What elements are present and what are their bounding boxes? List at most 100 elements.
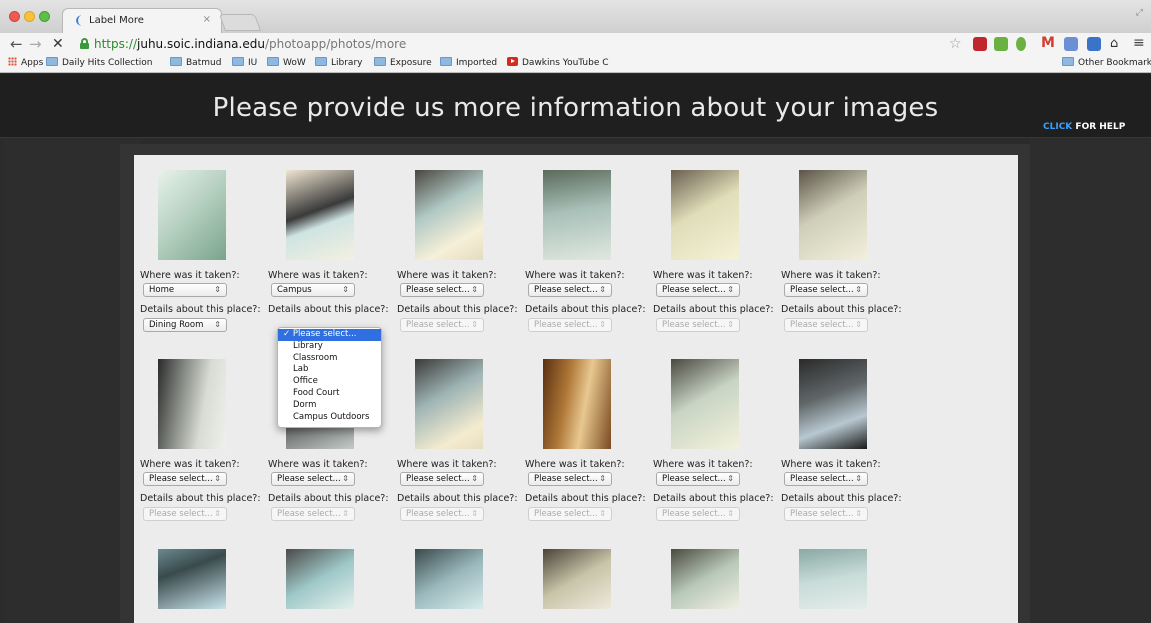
select-arrows-icon: ⇕ <box>727 320 734 329</box>
translate-icon[interactable] <box>1064 37 1078 51</box>
close-window-button[interactable] <box>9 11 20 22</box>
bookmark-dawkins-youtube[interactable]: Dawkins YouTube C <box>507 57 609 69</box>
photo-thumbnail[interactable] <box>158 359 226 449</box>
dropdown-option[interactable]: Library <box>278 341 381 353</box>
browser-tab[interactable]: ❨ Label More × <box>62 8 222 33</box>
bookmark-daily-hits[interactable]: Daily Hits Collection <box>46 57 153 69</box>
details-select[interactable]: Dining Room ⇕ <box>143 318 227 332</box>
photo-thumbnail[interactable] <box>543 549 611 609</box>
photo-card <box>781 549 899 609</box>
photo-thumbnail[interactable] <box>543 359 611 449</box>
where-select[interactable]: Please select... ⇕ <box>784 283 868 297</box>
select-arrows-icon: ⇕ <box>855 320 862 329</box>
where-select[interactable]: Please select... ⇕ <box>656 472 740 486</box>
gmail-icon[interactable]: M <box>1041 36 1055 51</box>
where-select[interactable]: Please select... ⇕ <box>143 472 227 486</box>
details-select[interactable]: Please select... ⇕ <box>656 507 740 521</box>
photo-card: Where was it taken?: Please select... ⇕ Det… <box>525 359 646 529</box>
photo-thumbnail[interactable] <box>415 359 483 449</box>
bookmark-imported[interactable]: Imported <box>440 57 497 69</box>
photo-thumbnail[interactable] <box>158 549 226 609</box>
dropdown-option[interactable]: Campus Outdoors <box>278 412 381 424</box>
details-select[interactable]: Please select... ⇕ <box>400 318 484 332</box>
photo-thumbnail[interactable] <box>799 549 867 609</box>
details-dropdown-menu[interactable]: ✓ Please select... Library Classroom Lab Of… <box>277 327 382 428</box>
details-label: Details about this place?: <box>781 493 902 504</box>
photo-thumbnail[interactable] <box>671 170 739 260</box>
photo-thumbnail[interactable] <box>415 170 483 260</box>
details-select[interactable]: Please select... ⇕ <box>528 318 612 332</box>
photos-panel: Where was it taken?: Home ⇕ Details about t… <box>134 155 1018 623</box>
details-select[interactable]: Please select... ⇕ <box>784 318 868 332</box>
minimize-window-button[interactable] <box>24 11 35 22</box>
where-select[interactable]: Please select... ⇕ <box>528 283 612 297</box>
bookmark-wow[interactable]: WoW <box>267 57 306 69</box>
bookmark-iu[interactable]: IU <box>232 57 257 69</box>
stop-loading-icon[interactable]: ✕ <box>52 35 64 53</box>
where-label: Where was it taken?: <box>268 459 368 470</box>
photo-thumbnail[interactable] <box>799 359 867 449</box>
dropdown-option[interactable]: Food Court <box>278 388 381 400</box>
where-select[interactable]: Home ⇕ <box>143 283 227 297</box>
where-select-value: Please select... <box>662 285 726 295</box>
photo-thumbnail[interactable] <box>286 549 354 609</box>
url-path: /photoapp/photos/more <box>264 37 407 51</box>
where-select[interactable]: Please select... ⇕ <box>784 472 868 486</box>
dropdown-option[interactable]: Office <box>278 376 381 388</box>
bookmark-apps[interactable]: Apps <box>8 57 43 69</box>
select-arrows-icon: ⇕ <box>599 285 606 294</box>
details-select[interactable]: Please select... ⇕ <box>271 507 355 521</box>
photo-thumbnail[interactable] <box>158 170 226 260</box>
page-title: Please provide us more information about… <box>212 93 939 123</box>
details-select[interactable]: Please select... ⇕ <box>656 318 740 332</box>
new-tab-button[interactable] <box>218 14 262 31</box>
dropdown-option[interactable]: Classroom <box>278 353 381 365</box>
photo-thumbnail[interactable] <box>671 549 739 609</box>
details-select[interactable]: Please select... ⇕ <box>784 507 868 521</box>
bank-icon[interactable]: ⌂ <box>1110 37 1124 51</box>
where-select[interactable]: Please select... ⇕ <box>271 472 355 486</box>
photo-thumbnail[interactable] <box>543 170 611 260</box>
zoom-window-button[interactable] <box>39 11 50 22</box>
bookmark-exposure[interactable]: Exposure <box>374 57 432 69</box>
where-select[interactable]: Campus ⇕ <box>271 283 355 297</box>
photo-thumbnail[interactable] <box>671 359 739 449</box>
where-select[interactable]: Please select... ⇕ <box>656 283 740 297</box>
details-select-value: Please select... <box>406 320 470 330</box>
page-header: Please provide us more information about… <box>0 74 1151 138</box>
details-label: Details about this place?: <box>525 304 646 315</box>
photo-thumbnail[interactable] <box>415 549 483 609</box>
where-select[interactable]: Please select... ⇕ <box>528 472 612 486</box>
where-select[interactable]: Please select... ⇕ <box>400 283 484 297</box>
extension-pin-icon[interactable] <box>1016 37 1026 51</box>
dropdown-option-selected[interactable]: ✓ Please select... <box>278 329 381 341</box>
where-select[interactable]: Please select... ⇕ <box>400 472 484 486</box>
select-arrows-icon: ⇕ <box>214 474 221 483</box>
right-gutter <box>1030 139 1151 623</box>
calendar-icon[interactable] <box>1087 37 1101 51</box>
photo-thumbnail[interactable] <box>799 170 867 260</box>
photo-thumbnail[interactable] <box>286 170 354 260</box>
fullscreen-icon[interactable]: ⤢ <box>1136 8 1143 18</box>
back-arrow-icon[interactable]: ← <box>10 35 23 53</box>
bookmarks-bar: Apps Daily Hits Collection Batmud IU WoW… <box>0 55 1151 73</box>
extension-check-icon[interactable] <box>994 37 1008 51</box>
bookmark-star-icon[interactable]: ☆ <box>949 36 962 52</box>
tab-close-icon[interactable]: × <box>203 14 211 25</box>
photo-card <box>140 549 258 609</box>
dropdown-option[interactable]: Dorm <box>278 400 381 412</box>
address-bar[interactable]: https://juhu.soic.indiana.edu/photoapp/p… <box>94 36 406 52</box>
where-select-value: Campus <box>277 285 312 295</box>
menu-icon[interactable]: ≡ <box>1133 35 1145 51</box>
details-select[interactable]: Please select... ⇕ <box>400 507 484 521</box>
bookmark-batmud[interactable]: Batmud <box>170 57 221 69</box>
bookmark-other[interactable]: Other Bookmarks <box>1062 57 1151 69</box>
dropdown-option[interactable]: Lab <box>278 364 381 376</box>
forward-arrow-icon[interactable]: → <box>29 35 42 53</box>
help-link[interactable]: CLICK FOR HELP <box>1043 122 1125 132</box>
lock-icon <box>80 38 89 49</box>
details-select[interactable]: Please select... ⇕ <box>528 507 612 521</box>
details-select[interactable]: Please select... ⇕ <box>143 507 227 521</box>
bookmark-library[interactable]: Library <box>315 57 362 69</box>
extension-icon[interactable] <box>973 37 987 51</box>
